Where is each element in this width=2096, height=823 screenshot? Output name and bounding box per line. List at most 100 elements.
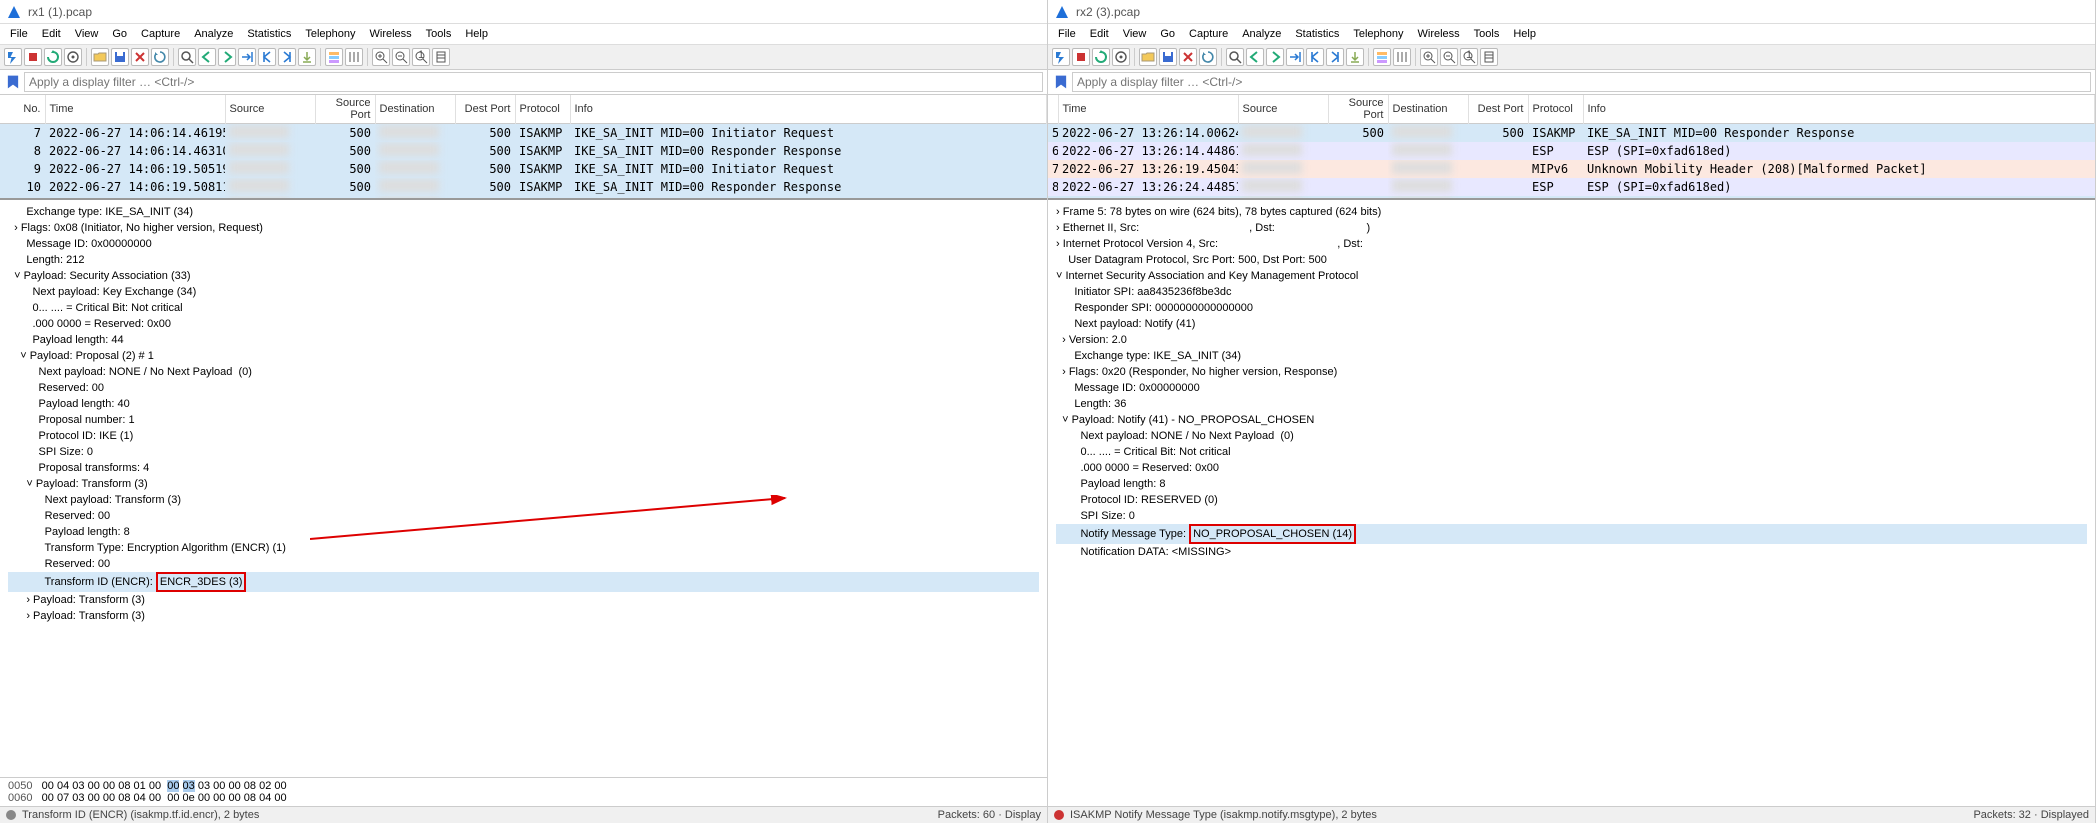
detail-line[interactable]: Next payload: NONE / No Next Payload (0) xyxy=(1056,428,2087,444)
detail-line[interactable]: ˅ Payload: Notify (41) - NO_PROPOSAL_CHO… xyxy=(1056,412,2087,428)
menu-view[interactable]: View xyxy=(1117,26,1153,42)
reload-icon[interactable] xyxy=(151,48,169,66)
resize-all-icon[interactable] xyxy=(1480,48,1498,66)
menu-telephony[interactable]: Telephony xyxy=(1347,26,1409,42)
find-packet-icon[interactable] xyxy=(178,48,196,66)
stop-capture-icon[interactable] xyxy=(24,48,42,66)
menu-edit[interactable]: Edit xyxy=(1084,26,1115,42)
resize-columns-icon[interactable] xyxy=(1393,48,1411,66)
menu-file[interactable]: File xyxy=(1052,26,1082,42)
goto-first-icon[interactable] xyxy=(1306,48,1324,66)
auto-scroll-icon[interactable] xyxy=(1346,48,1364,66)
colorize-icon[interactable] xyxy=(1373,48,1391,66)
packet-row[interactable]: 82022-06-27 13:26:24.448510ESPESP (SPI=0… xyxy=(1048,178,2095,196)
start-capture-icon[interactable] xyxy=(1052,48,1070,66)
close-file-icon[interactable] xyxy=(131,48,149,66)
restart-capture-icon[interactable] xyxy=(44,48,62,66)
menu-statistics[interactable]: Statistics xyxy=(1289,26,1345,42)
colorize-icon[interactable] xyxy=(325,48,343,66)
detail-line[interactable]: Proposal transforms: 4 xyxy=(8,460,1039,476)
detail-line[interactable]: Length: 36 xyxy=(1056,396,2087,412)
go-forward-icon[interactable] xyxy=(1266,48,1284,66)
packet-row[interactable]: 82022-06-27 14:06:14.463103500500ISAKMPI… xyxy=(0,142,1047,160)
menu-telephony[interactable]: Telephony xyxy=(299,26,361,42)
menu-statistics[interactable]: Statistics xyxy=(241,26,297,42)
save-file-icon[interactable] xyxy=(1159,48,1177,66)
display-filter-input[interactable] xyxy=(1072,72,2091,92)
hex-line[interactable]: 0050 00 04 03 00 00 08 01 00 00 03 03 00… xyxy=(8,780,1039,792)
detail-line[interactable]: Initiator SPI: aa8435236f8be3dc xyxy=(1056,284,2087,300)
start-capture-icon[interactable] xyxy=(4,48,22,66)
zoom-reset-icon[interactable]: 1 xyxy=(1460,48,1478,66)
packet-row[interactable]: 62022-06-27 13:26:14.448614ESPESP (SPI=0… xyxy=(1048,142,2095,160)
open-file-icon[interactable] xyxy=(1139,48,1157,66)
detail-line[interactable]: 0... .... = Critical Bit: Not critical xyxy=(1056,444,2087,460)
menu-go[interactable]: Go xyxy=(106,26,133,42)
packet-row[interactable]: 92022-06-27 14:06:19.505198500500ISAKMPI… xyxy=(0,160,1047,178)
detail-line[interactable]: Reserved: 00 xyxy=(8,556,1039,572)
display-filter-input[interactable] xyxy=(24,72,1043,92)
menu-file[interactable]: File xyxy=(4,26,34,42)
detail-line[interactable]: ˅ Payload: Proposal (2) # 1 xyxy=(8,348,1039,364)
detail-line[interactable]: Next payload: NONE / No Next Payload (0) xyxy=(8,364,1039,380)
detail-line[interactable]: Proposal number: 1 xyxy=(8,412,1039,428)
detail-line[interactable]: Transform Type: Encryption Algorithm (EN… xyxy=(8,540,1039,556)
packet-list[interactable]: No. Time Source Source Port Destination … xyxy=(0,95,1047,199)
detail-line[interactable]: ˅ Payload: Transform (3) xyxy=(8,476,1039,492)
detail-line[interactable]: › Payload: Transform (3) xyxy=(8,608,1039,624)
detail-line[interactable]: SPI Size: 0 xyxy=(1056,508,2087,524)
packet-details[interactable]: Exchange type: IKE_SA_INIT (34) › Flags:… xyxy=(0,200,1047,777)
detail-line[interactable]: Reserved: 00 xyxy=(8,380,1039,396)
hex-line[interactable]: 0060 00 07 03 00 00 08 04 00 00 0e 00 00… xyxy=(8,792,1039,804)
bookmark-icon[interactable] xyxy=(1052,73,1070,91)
detail-line[interactable]: Payload length: 40 xyxy=(8,396,1039,412)
detail-line[interactable]: Notify Message Type: NO_PROPOSAL_CHOSEN … xyxy=(1056,524,2087,544)
expert-info-icon[interactable] xyxy=(1054,810,1064,820)
detail-line[interactable]: Message ID: 0x00000000 xyxy=(1056,380,2087,396)
goto-packet-icon[interactable] xyxy=(1286,48,1304,66)
detail-line[interactable]: › Version: 2.0 xyxy=(1056,332,2087,348)
capture-options-icon[interactable] xyxy=(1112,48,1130,66)
goto-packet-icon[interactable] xyxy=(238,48,256,66)
detail-line[interactable]: Length: 212 xyxy=(8,252,1039,268)
find-packet-icon[interactable] xyxy=(1226,48,1244,66)
menu-analyze[interactable]: Analyze xyxy=(1236,26,1287,42)
zoom-in-icon[interactable] xyxy=(372,48,390,66)
stop-capture-icon[interactable] xyxy=(1072,48,1090,66)
menu-edit[interactable]: Edit xyxy=(36,26,67,42)
detail-line[interactable]: 0... .... = Critical Bit: Not critical xyxy=(8,300,1039,316)
menu-view[interactable]: View xyxy=(69,26,105,42)
detail-line[interactable]: Notification DATA: <MISSING> xyxy=(1056,544,2087,560)
detail-line[interactable]: Exchange type: IKE_SA_INIT (34) xyxy=(8,204,1039,220)
detail-line[interactable]: ˅ Payload: Security Association (33) xyxy=(8,268,1039,284)
goto-last-icon[interactable] xyxy=(1326,48,1344,66)
hex-view[interactable]: 0050 00 04 03 00 00 08 01 00 00 03 03 00… xyxy=(0,777,1047,806)
auto-scroll-icon[interactable] xyxy=(298,48,316,66)
save-file-icon[interactable] xyxy=(111,48,129,66)
packet-row[interactable]: 52022-06-27 13:26:14.006248500500ISAKMPI… xyxy=(1048,124,2095,143)
menu-go[interactable]: Go xyxy=(1154,26,1181,42)
detail-line[interactable]: User Datagram Protocol, Src Port: 500, D… xyxy=(1056,252,2087,268)
menu-help[interactable]: Help xyxy=(1507,26,1542,42)
detail-line[interactable]: Next payload: Key Exchange (34) xyxy=(8,284,1039,300)
expert-info-icon[interactable] xyxy=(6,810,16,820)
reload-icon[interactable] xyxy=(1199,48,1217,66)
open-file-icon[interactable] xyxy=(91,48,109,66)
detail-line[interactable]: Exchange type: IKE_SA_INIT (34) xyxy=(1056,348,2087,364)
packet-row[interactable]: 72022-06-27 14:06:14.461956500500ISAKMPI… xyxy=(0,124,1047,143)
capture-options-icon[interactable] xyxy=(64,48,82,66)
resize-all-icon[interactable] xyxy=(432,48,450,66)
menu-capture[interactable]: Capture xyxy=(135,26,186,42)
detail-line[interactable]: Transform ID (ENCR): ENCR_3DES (3) xyxy=(8,572,1039,592)
menu-capture[interactable]: Capture xyxy=(1183,26,1234,42)
detail-line[interactable]: Responder SPI: 0000000000000000 xyxy=(1056,300,2087,316)
packet-row[interactable]: 72022-06-27 13:26:19.450435MIPv6Unknown … xyxy=(1048,160,2095,178)
packet-list[interactable]: Time Source Source Port Destination Dest… xyxy=(1048,95,2095,199)
resize-columns-icon[interactable] xyxy=(345,48,363,66)
zoom-in-icon[interactable] xyxy=(1420,48,1438,66)
detail-line[interactable]: › Internet Protocol Version 4, Src: , Ds… xyxy=(1056,236,2087,252)
zoom-out-icon[interactable] xyxy=(392,48,410,66)
detail-line[interactable]: › Flags: 0x20 (Responder, No higher vers… xyxy=(1056,364,2087,380)
goto-last-icon[interactable] xyxy=(278,48,296,66)
menu-wireless[interactable]: Wireless xyxy=(1412,26,1466,42)
